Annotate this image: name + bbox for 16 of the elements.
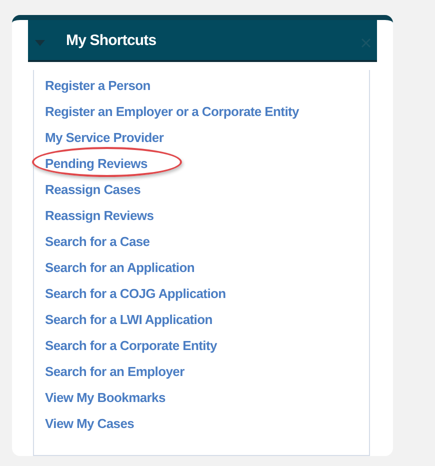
shortcut-link[interactable]: Reassign Reviews — [45, 208, 154, 222]
shortcut-link[interactable]: Search for a Corporate Entity — [45, 338, 217, 352]
shortcut-link[interactable]: Register a Person — [45, 78, 150, 92]
caret-icon[interactable] — [35, 40, 45, 46]
shortcut-link[interactable]: Pending Reviews — [45, 156, 148, 170]
shortcut-link[interactable]: Search for an Application — [45, 260, 194, 274]
shortcut-link[interactable]: Search for a COJG Application — [45, 286, 226, 300]
shortcut-link[interactable]: Search for an Employer — [45, 364, 184, 378]
shortcut-link[interactable]: View My Bookmarks — [45, 390, 166, 404]
shortcut-link[interactable]: My Service Provider — [45, 130, 164, 144]
panel-title: My Shortcuts — [66, 32, 156, 48]
shortcut-link[interactable]: Search for a LWI Application — [45, 312, 212, 326]
shortcut-link[interactable]: Register an Employer or a Corporate Entity — [45, 104, 299, 118]
shortcut-link[interactable]: View My Cases — [45, 416, 134, 430]
shortcut-link[interactable]: Reassign Cases — [45, 182, 141, 196]
shortcut-link[interactable]: Search for a Case — [45, 234, 150, 248]
